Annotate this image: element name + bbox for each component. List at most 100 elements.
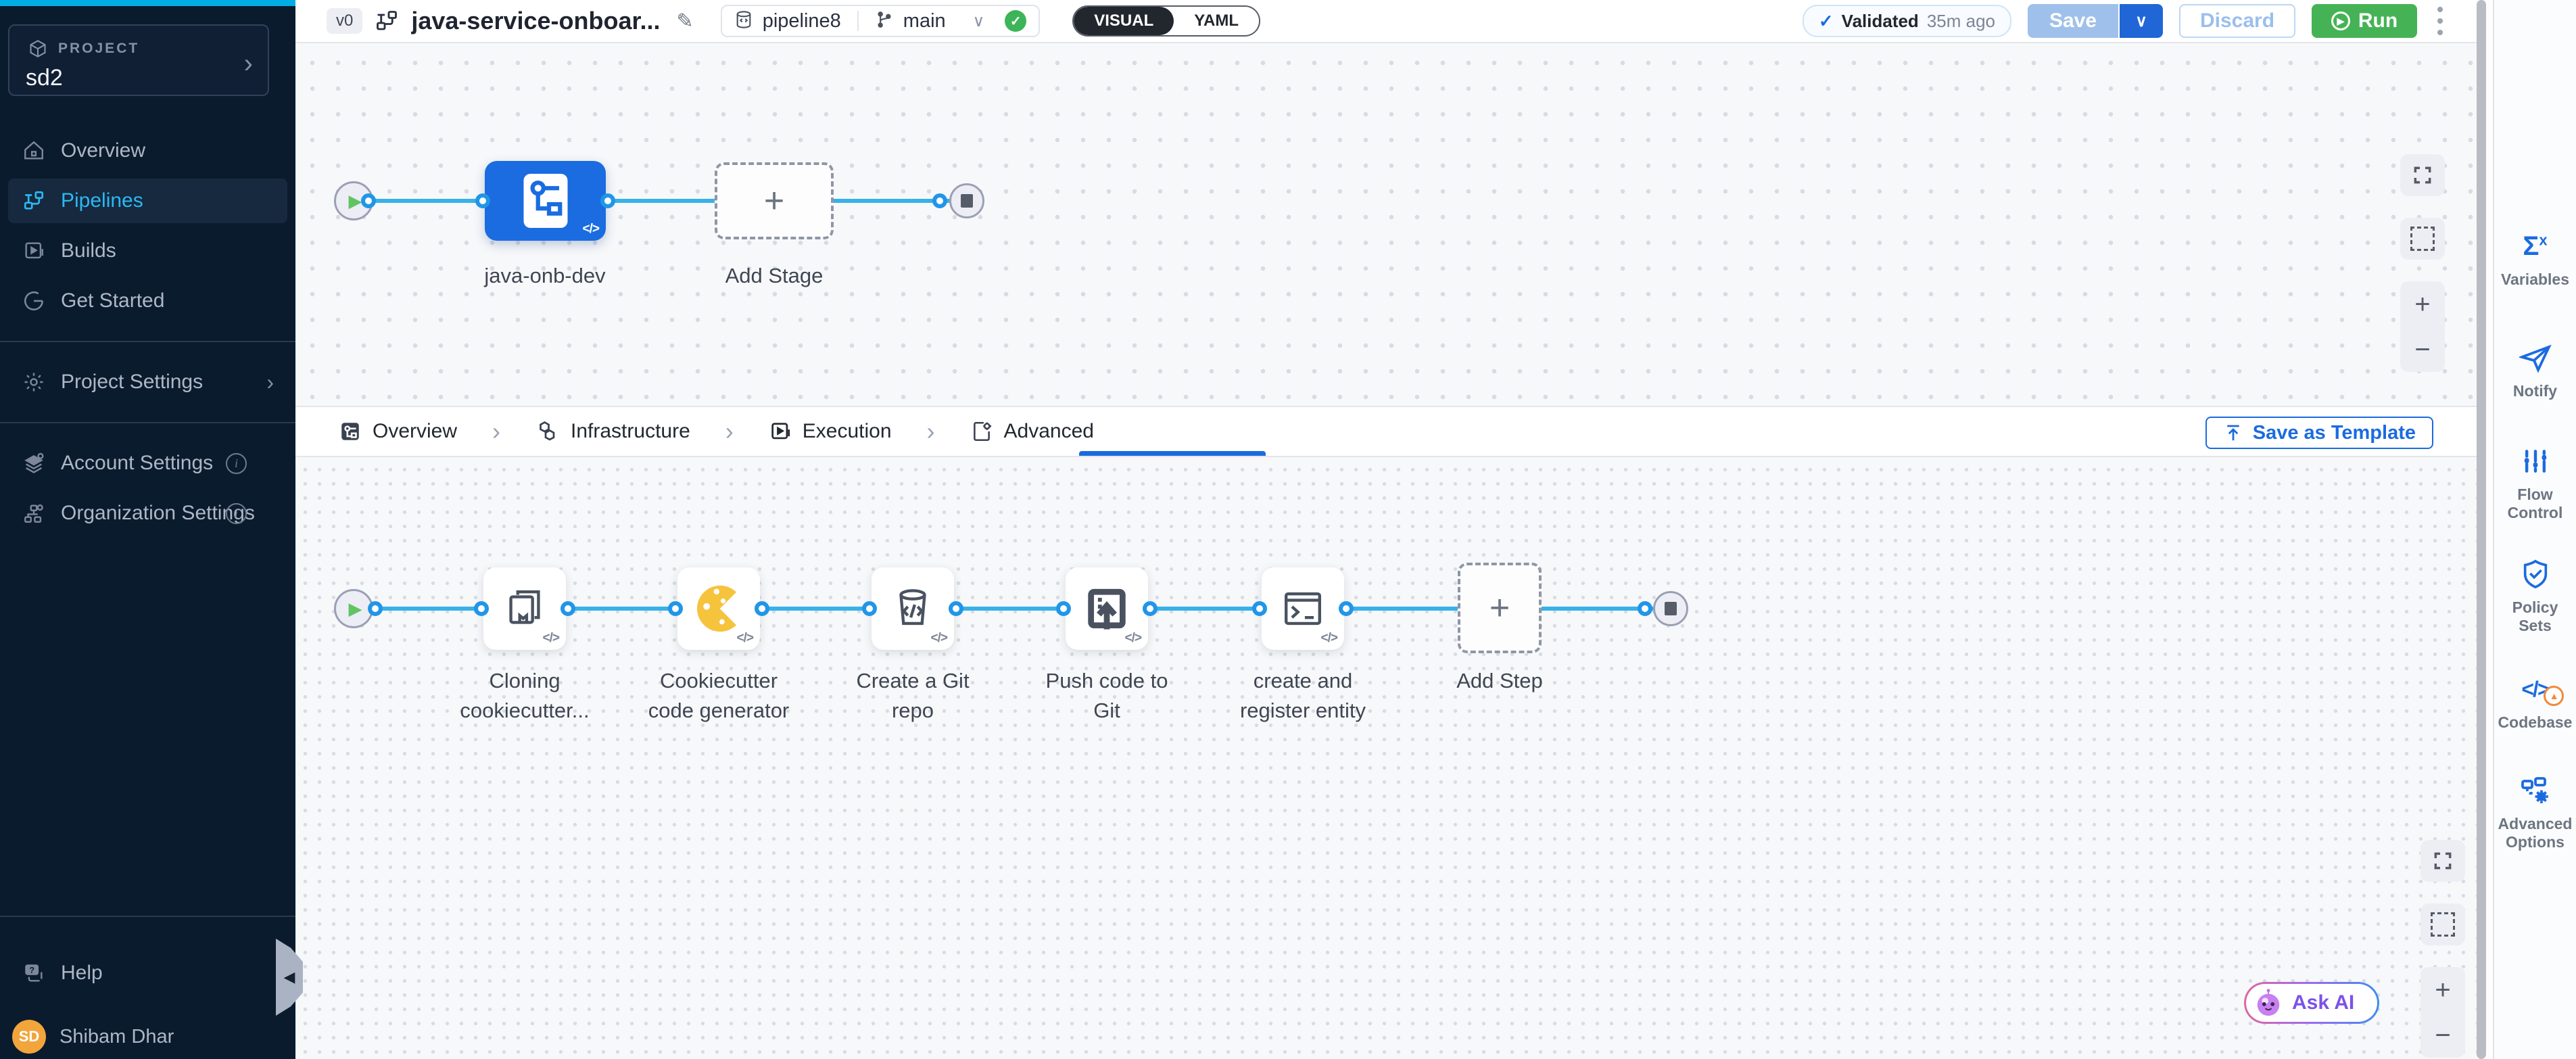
chevron-right-icon: › (927, 417, 935, 446)
active-tab-underline (1079, 451, 1266, 456)
step-label: create andregister entity (1201, 666, 1404, 726)
run-button[interactable]: ▶ Run (2312, 4, 2417, 38)
save-button[interactable]: Save (2028, 4, 2118, 38)
stage-end-node[interactable] (949, 183, 984, 218)
sidebar-divider (0, 341, 295, 342)
stage-node-java-onb-dev[interactable]: </> (485, 161, 606, 241)
toggle-yaml[interactable]: YAML (1174, 7, 1259, 35)
variables-sigma-icon: Σx (2523, 230, 2547, 262)
sidebar-item-project-settings[interactable]: Project Settings › (8, 360, 287, 404)
sidebar-item-label: Get Started (61, 289, 164, 312)
code-badge: </> (931, 631, 947, 646)
right-tools-rail: Σx Variables Notify Flow Control Policy … (2493, 0, 2576, 1059)
sidebar-item-get-started[interactable]: Get Started (8, 279, 287, 323)
avatar[interactable]: SD (12, 1020, 46, 1054)
push-upload-icon (1083, 585, 1130, 632)
tab-label: Overview (373, 420, 457, 443)
save-as-template-button[interactable]: Save as Template (2205, 417, 2433, 449)
stage-tabs: Overview › Infrastructure › Execution › … (339, 417, 1094, 446)
selection-box-icon[interactable] (2420, 903, 2465, 945)
rail-item-variables[interactable]: Σx Variables (2494, 230, 2576, 289)
port (475, 193, 490, 208)
ask-ai-button[interactable]: Ask AI (2244, 982, 2379, 1024)
step-label: Create a Gitrepo (811, 666, 1014, 726)
zoom-controls: + − (2400, 281, 2445, 372)
save-split-button: Save ∨ (2028, 4, 2163, 38)
rail-item-notify[interactable]: Notify (2494, 342, 2576, 400)
validated-label: Validated (1842, 11, 1919, 32)
zoom-controls: + − (2420, 967, 2465, 1058)
sidebar-item-account-settings[interactable]: Account Settings i (8, 441, 287, 486)
save-menu-button[interactable]: ∨ (2120, 4, 2163, 38)
project-selector[interactable]: PROJECT sd2 › (8, 24, 269, 96)
port (862, 601, 877, 616)
codebase-warning-icon: ▲ (2544, 686, 2564, 706)
add-stage-button[interactable]: + (715, 162, 834, 239)
selection-box-icon[interactable] (2400, 218, 2445, 260)
more-options-kebab-icon[interactable] (2433, 3, 2447, 39)
sidebar-item-pipelines[interactable]: Pipelines (8, 179, 287, 223)
step-node-push-code-to-git[interactable]: </> (1066, 567, 1148, 650)
chevron-down-icon[interactable]: ∨ (973, 11, 985, 31)
zoom-out-icon[interactable]: − (2435, 1022, 2450, 1049)
toggle-visual[interactable]: VISUAL (1074, 7, 1174, 35)
pipeline-source-select[interactable]: pipeline8 main ∨ ✓ (721, 5, 1041, 37)
zoom-in-icon[interactable]: + (2435, 976, 2450, 1004)
rail-item-policy-sets[interactable]: Policy Sets (2494, 558, 2576, 635)
validated-status-badge[interactable]: ✓ Validated 35m ago (1803, 5, 2011, 37)
sidebar-item-builds[interactable]: Builds (8, 229, 287, 273)
step-node-create-git-repo[interactable]: </> (872, 567, 954, 650)
topbar-left: v0 java-service-onboar... ✎ pipeline8 ma… (327, 5, 1260, 37)
advanced-options-icon (2519, 774, 2552, 807)
tab-overview[interactable]: Overview (339, 420, 457, 443)
tab-execution[interactable]: Execution (769, 420, 892, 443)
edit-pencil-icon[interactable]: ✎ (677, 9, 694, 33)
tab-infrastructure[interactable]: Infrastructure (535, 419, 690, 444)
project-chevron-icon[interactable]: › (244, 49, 253, 79)
info-icon[interactable]: i (226, 453, 247, 474)
execution-graph-canvas[interactable]: ▶ </> Cloningcookiecutter... </> Cookiec… (295, 457, 2477, 1059)
zoom-in-icon[interactable]: + (2414, 291, 2430, 318)
port (560, 601, 575, 616)
sidebar-item-label: Pipelines (61, 189, 143, 212)
discard-button[interactable]: Discard (2179, 4, 2295, 38)
rail-item-flow-control[interactable]: Flow Control (2494, 445, 2576, 522)
pipeline-studio: PROJECT sd2 › Overview Pipelines (0, 0, 2576, 1059)
add-step-button[interactable]: + (1458, 563, 1542, 653)
zoom-out-icon[interactable]: − (2414, 336, 2430, 363)
rail-item-codebase[interactable]: </> ▲ Codebase (2494, 673, 2576, 732)
codebase-icon: </> ▲ (2521, 673, 2548, 705)
rail-label: Flow Control (2498, 486, 2573, 522)
stage-graph-canvas[interactable]: ▶ </> java-onb-dev + Add Stage + − (295, 43, 2477, 406)
code-badge: </> (1125, 631, 1141, 646)
sidebar-item-label: Account Settings (61, 452, 213, 475)
code-badge: </> (1321, 631, 1337, 646)
repo-db-icon (734, 9, 753, 33)
port (755, 601, 769, 616)
sidebar-item-organization-settings[interactable]: Organization Settings i (8, 491, 287, 536)
topbar-right: ✓ Validated 35m ago Save ∨ Discard ▶ Run (1803, 3, 2447, 39)
project-label: PROJECT (58, 41, 139, 57)
run-label: Run (2358, 9, 2398, 32)
execution-end-node[interactable] (1653, 591, 1688, 626)
stage-connector-line (373, 199, 951, 203)
step-node-create-register-entity[interactable]: </> (1262, 567, 1344, 650)
port (1143, 601, 1158, 616)
sidebar-nav: Overview Pipelines Builds Get Started (0, 123, 295, 541)
fullscreen-icon[interactable] (2400, 154, 2445, 196)
help-section: ? Help (0, 945, 295, 1001)
sidebar-item-overview[interactable]: Overview (8, 128, 287, 173)
step-node-cookiecutter-generator[interactable]: </> (677, 567, 760, 650)
divider (857, 11, 859, 31)
tab-advanced[interactable]: Advanced (970, 420, 1094, 443)
sidebar-item-help[interactable]: ? Help (8, 951, 287, 995)
branch-value: main (903, 10, 946, 32)
step-node-cloning-cookiecutter[interactable]: </> (483, 567, 566, 650)
rail-item-advanced-options[interactable]: Advanced Options (2494, 774, 2576, 851)
vertical-scrollbar[interactable] (2477, 0, 2486, 1059)
fullscreen-icon[interactable] (2420, 840, 2465, 882)
upload-icon (2223, 423, 2243, 443)
user-profile[interactable]: SD Shibam Dhar (0, 1020, 295, 1054)
info-icon[interactable]: i (226, 503, 247, 524)
ask-ai-label: Ask AI (2292, 991, 2354, 1014)
